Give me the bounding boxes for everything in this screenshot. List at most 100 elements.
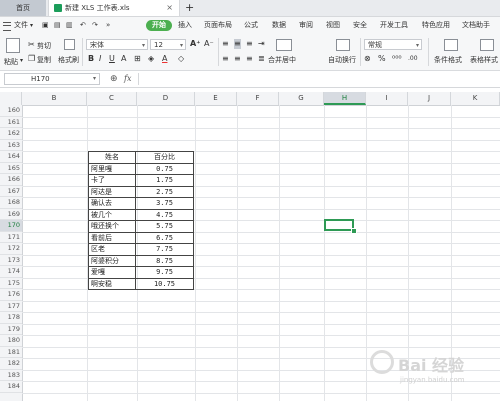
row-header[interactable]: 172 — [0, 243, 22, 255]
row-header[interactable]: 166 — [0, 174, 22, 186]
table-style-icon[interactable] — [480, 39, 494, 51]
percent-cell[interactable]: 2.75 — [135, 185, 194, 198]
font-size-select[interactable]: 12 ▾ — [150, 39, 186, 50]
percent-cell[interactable]: 1.75 — [135, 174, 194, 187]
thousands-icon[interactable]: ⁰⁰⁰ — [392, 54, 402, 64]
conditional-format-button[interactable]: 条件格式 — [434, 55, 462, 65]
scissors-icon[interactable]: ✂ — [28, 40, 35, 50]
select-all-corner[interactable] — [0, 92, 22, 105]
row-header[interactable]: 162 — [0, 128, 22, 140]
fill-color-icon[interactable]: ◈ — [148, 54, 154, 64]
paste-icon[interactable] — [6, 38, 20, 53]
indent-icon[interactable]: ⇥ — [258, 39, 265, 49]
row-header[interactable]: 164 — [0, 151, 22, 163]
column-header-c[interactable]: C — [87, 92, 137, 105]
column-header-f[interactable]: F — [237, 92, 279, 105]
row-header[interactable]: 181 — [0, 347, 22, 358]
align-left-icon[interactable]: ≡ — [222, 54, 229, 64]
format-painter-button[interactable]: 格式刷 — [58, 55, 79, 65]
row-header[interactable]: 167 — [0, 186, 22, 197]
chevron-down-icon[interactable]: ▾ — [20, 56, 23, 66]
row-header[interactable]: 173 — [0, 255, 22, 266]
more-icon[interactable]: » — [106, 17, 110, 34]
menu-special[interactable]: 特色应用 — [422, 17, 450, 34]
row-header[interactable]: 182 — [0, 358, 22, 370]
column-header-h[interactable]: H — [324, 92, 366, 105]
percent-icon[interactable]: % — [378, 54, 386, 64]
increase-font-icon[interactable]: A⁺ — [190, 39, 200, 49]
name-cell[interactable]: 哦还换个 — [88, 220, 136, 233]
paste-label[interactable]: 粘贴 — [4, 57, 18, 67]
merge-center-button[interactable]: 合并居中 — [268, 55, 296, 65]
menu-data[interactable]: 数据 — [272, 17, 286, 34]
name-cell[interactable]: 被几个 — [88, 208, 136, 221]
name-box[interactable]: H170 ▾ — [4, 73, 100, 85]
row-header[interactable]: 171 — [0, 232, 22, 243]
hamburger-icon[interactable] — [3, 22, 11, 31]
tab-home[interactable]: 首页 — [0, 0, 46, 16]
table-header-cell[interactable]: 姓名 — [88, 151, 136, 164]
row-header[interactable]: 176 — [0, 289, 22, 301]
menu-insert[interactable]: 插入 — [178, 17, 192, 34]
percent-cell[interactable]: 8.75 — [135, 254, 194, 267]
formula-input[interactable] — [138, 73, 497, 85]
copy-button[interactable]: 复制 — [37, 55, 51, 65]
menu-doc-assistant[interactable]: 文档助手 — [462, 17, 490, 34]
align-center-icon[interactable]: ≡ — [234, 54, 241, 64]
currency-icon[interactable]: ⊗ — [364, 54, 371, 64]
percent-cell[interactable]: 3.75 — [135, 197, 194, 210]
wrap-text-button[interactable]: 自动换行 — [328, 55, 356, 65]
row-header[interactable]: 163 — [0, 140, 22, 151]
row-header[interactable]: 184 — [0, 381, 22, 393]
tab-document[interactable]: 新建 XLS 工作表.xls × — [48, 0, 180, 16]
percent-cell[interactable]: 6.75 — [135, 231, 194, 244]
merge-center-icon[interactable] — [276, 39, 292, 51]
percent-cell[interactable]: 0.75 — [135, 162, 194, 175]
name-cell[interactable]: 爱嘎 — [88, 266, 136, 279]
menu-review[interactable]: 审阅 — [299, 17, 313, 34]
zoom-icon[interactable]: ⊕ — [110, 74, 118, 84]
align-right-icon[interactable]: ≡ — [246, 54, 253, 64]
row-header[interactable]: 168 — [0, 197, 22, 209]
menu-view[interactable]: 视图 — [326, 17, 340, 34]
font-color-icon[interactable]: A — [162, 54, 167, 64]
menu-file[interactable]: 文件 — [14, 17, 28, 34]
row-header[interactable]: 174 — [0, 266, 22, 278]
name-cell[interactable]: 阿婆积分 — [88, 254, 136, 267]
column-header-j[interactable]: J — [408, 92, 451, 105]
wrap-text-icon[interactable] — [336, 39, 350, 51]
decimal-icon[interactable]: .00 — [408, 54, 418, 64]
menu-start[interactable]: 开始 — [146, 20, 172, 31]
name-cell[interactable]: 确认去 — [88, 197, 136, 210]
row-header[interactable]: 165 — [0, 163, 22, 174]
align-bottom-icon[interactable]: ≡ — [246, 39, 253, 49]
menu-developer[interactable]: 开发工具 — [380, 17, 408, 34]
cut-button[interactable]: 剪切 — [37, 41, 51, 51]
chevron-down-icon[interactable]: ▾ — [30, 17, 33, 34]
bold-icon[interactable]: B — [88, 54, 94, 64]
column-header-g[interactable]: G — [279, 92, 324, 105]
save-icon[interactable]: ▣ — [42, 17, 49, 34]
row-header[interactable]: 178 — [0, 312, 22, 324]
name-cell[interactable]: 啊安稳 — [88, 277, 136, 290]
column-header-b[interactable]: B — [22, 92, 87, 105]
percent-cell[interactable]: 10.75 — [135, 277, 194, 290]
table-style-button[interactable]: 表格样式 — [470, 55, 498, 65]
strikethrough-icon[interactable]: A — [121, 54, 126, 64]
row-header[interactable]: 180 — [0, 335, 22, 347]
row-header[interactable]: 160 — [0, 105, 22, 117]
italic-icon[interactable]: I — [99, 54, 101, 64]
name-cell[interactable]: 看前后 — [88, 231, 136, 244]
format-painter-icon[interactable] — [64, 39, 75, 50]
decrease-font-icon[interactable]: A⁻ — [204, 39, 214, 49]
row-header[interactable]: 177 — [0, 301, 22, 312]
align-top-icon[interactable]: ≡ — [222, 39, 229, 49]
name-cell[interactable]: 区老 — [88, 243, 136, 256]
row-header[interactable]: 179 — [0, 324, 22, 335]
percent-cell[interactable]: 5.75 — [135, 220, 194, 233]
column-header-i[interactable]: I — [366, 92, 408, 105]
row-header[interactable]: 175 — [0, 278, 22, 289]
underline-icon[interactable]: U — [109, 54, 115, 64]
row-header[interactable]: 169 — [0, 209, 22, 220]
percent-cell[interactable]: 4.75 — [135, 208, 194, 221]
